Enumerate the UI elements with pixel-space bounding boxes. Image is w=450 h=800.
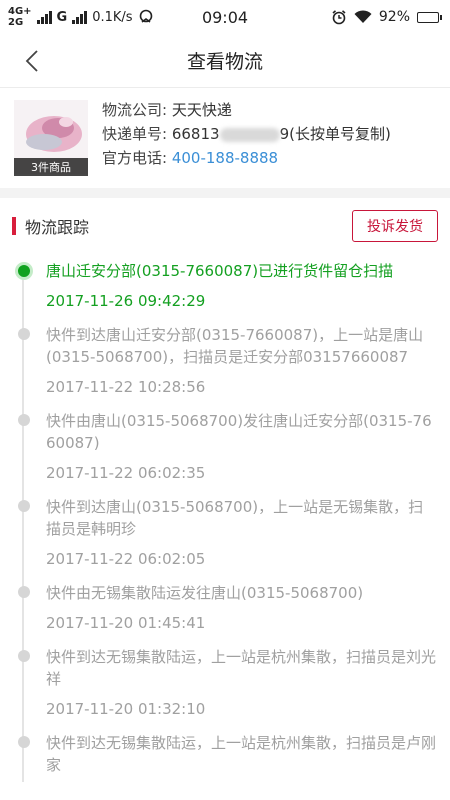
event-time: 2017-11-22 06:02:35 [46,464,206,482]
network-bottom-label: 2G [8,17,24,28]
section-accent-bar [12,217,16,235]
tracking-title: 物流跟踪 [25,218,90,237]
timeline-event: 快件由无锡集散陆运发往唐山(0315-5068700) 2017-11-20 0… [18,576,436,640]
event-time: 2017-11-20 01:45:41 [46,614,206,632]
tracking-number-suffix: 9 [279,125,290,143]
tracking-header: 物流跟踪 投诉发货 [0,198,450,254]
page-header: 查看物流 [0,34,450,88]
network-type: 4G+ 2G [8,6,32,28]
shipment-info: 物流公司: 天天快递 快递单号: 66813 9(长按单号复制) 官方电话: 40… [102,98,391,188]
phone-label: 官方电话: [102,149,168,167]
status-right: 92% [331,9,442,25]
current-status-dot [15,262,33,280]
phone-link[interactable]: 400-188-8888 [172,149,278,167]
event-description: 快件到达无锡集散陆运，上一站是杭州集散，扫描员是刘光祥 [46,648,437,688]
event-time: 2017-11-20 01:32:10 [46,700,206,718]
status-bar: 4G+ 2G G 0.1K/s 09:04 92% [0,0,450,34]
event-description: 快件由无锡集散陆运发往唐山(0315-5068700) [46,584,364,602]
signal2-icon [72,10,88,24]
battery-icon [417,11,442,23]
timeline-dot [18,586,30,598]
signal-icon [36,10,52,24]
event-description: 快件到达无锡集散陆运，上一站是杭州集散，扫描员是卢刚家 [46,734,437,774]
complain-button[interactable]: 投诉发货 [352,210,438,242]
notification-icon [139,9,152,23]
timeline-event: 快件到达唐山(0315-5068700)，上一站是无锡集散，扫描员是韩明珍 20… [18,490,436,576]
alarm-icon [332,10,346,25]
timeline-event: 快件到达唐山迁安分部(0315-7660087)，上一站是唐山(0315-506… [18,318,436,404]
page-title: 查看物流 [186,51,263,73]
status-left: 4G+ 2G G 0.1K/s [8,6,154,28]
tracking-number-redacted [219,127,280,142]
tracking-number-prefix: 66813 [171,125,220,143]
timeline-dot [18,736,30,748]
timeline-dot [18,328,30,340]
phone-row: 官方电话: 400-188-8888 [102,146,391,170]
shipment-card: 3件商品 物流公司: 天天快递 快递单号: 66813 9(长按单号复制) 官方电… [0,88,450,188]
timeline-event: 快件由唐山(0315-5068700)发往唐山迁安分部(0315-7660087… [18,404,436,490]
network-top-label: 4G+ [8,6,32,17]
timeline-dot [18,414,30,426]
status-time: 09:04 [201,7,249,27]
company-label: 物流公司: [102,101,168,119]
network-speed: 0.1K/s [92,9,133,25]
event-time: 2017-11-26 09:42:29 [46,292,206,310]
tracking-number-row[interactable]: 快递单号: 66813 9(长按单号复制) [102,122,391,146]
chevron-left-icon [25,50,38,72]
timeline-event: 快件到达无锡集散陆运，上一站是杭州集散，扫描员是卢刚家 [18,726,437,782]
event-description: 快件由唐山(0315-5068700)发往唐山迁安分部(0315-7660087… [46,412,432,452]
timeline-line [22,272,24,782]
event-time: 2017-11-22 10:28:56 [46,378,206,396]
product-thumbnail[interactable]: 3件商品 [14,100,88,176]
timeline-event: 唐山迁安分部(0315-7660087)已进行货件留仓扫描 2017-11-26… [15,254,436,318]
company-row: 物流公司: 天天快递 [102,98,391,122]
section-divider [0,188,450,198]
timeline-dot [18,500,30,512]
tracking-timeline: 唐山迁安分部(0315-7660087)已进行货件留仓扫描 2017-11-26… [0,254,450,782]
event-description: 快件到达唐山迁安分部(0315-7660087)，上一站是唐山(0315-506… [46,326,424,366]
event-description: 唐山迁安分部(0315-7660087)已进行货件留仓扫描 [46,262,394,280]
tracking-copy-hint: (长按单号复制) [289,125,391,143]
event-time: 2017-11-22 06:02:05 [46,550,206,568]
carrier2-label: G [56,9,68,25]
timeline-event: 快件到达无锡集散陆运，上一站是杭州集散，扫描员是刘光祥 2017-11-20 0… [18,640,437,726]
tracking-label: 快递单号: [102,125,168,143]
timeline-dot [18,650,30,662]
item-count-badge: 3件商品 [14,158,88,176]
company-value: 天天快递 [171,101,232,119]
back-button[interactable] [14,42,50,80]
wifi-icon [354,10,372,23]
battery-percent: 92% [378,9,410,25]
event-description: 快件到达唐山(0315-5068700)，上一站是无锡集散，扫描员是韩明珍 [46,498,424,538]
